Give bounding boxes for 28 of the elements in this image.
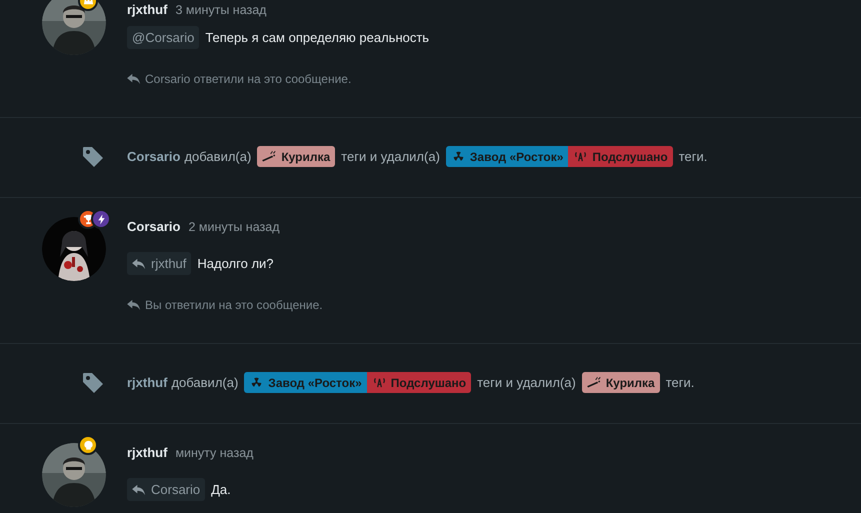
- event-text: добавил(а): [184, 148, 252, 166]
- username[interactable]: Corsario: [127, 217, 180, 236]
- reply-chip[interactable]: Corsario: [127, 478, 206, 501]
- message-text: Да.: [211, 480, 231, 499]
- tag-chip[interactable]: Подслушано: [568, 146, 673, 167]
- tag-chip[interactable]: Курилка: [257, 146, 336, 167]
- username[interactable]: rjxthuf: [127, 372, 168, 392]
- username[interactable]: rjxthuf: [127, 0, 168, 20]
- replies-note[interactable]: Вы ответили на это сообщение.: [145, 296, 323, 314]
- event-text: теги.: [678, 148, 708, 166]
- reply-chip[interactable]: rjxthuf: [127, 252, 192, 275]
- tag-chip[interactable]: Завод «Росток»: [446, 146, 568, 167]
- message-text: Надолго ли?: [197, 254, 274, 273]
- message-text: Теперь я сам определяю реальность: [205, 28, 430, 47]
- timestamp: 2 минуты назад: [188, 219, 280, 236]
- event-text: теги.: [666, 374, 694, 392]
- event-text: теги и удалил(а): [341, 148, 440, 166]
- tag-chip[interactable]: Курилка: [582, 372, 660, 393]
- username[interactable]: rjxthuf: [127, 443, 168, 462]
- event-text: теги и удалил(а): [477, 374, 576, 392]
- tag-chip[interactable]: Подслушано: [366, 372, 472, 393]
- timestamp: минуту назад: [175, 445, 254, 462]
- tag-chip[interactable]: Завод «Росток»: [244, 372, 367, 393]
- timestamp: 3 минуты назад: [175, 2, 266, 19]
- username[interactable]: Corsario: [127, 146, 180, 166]
- mention-chip[interactable]: @Corsario: [127, 26, 200, 49]
- event-text: добавил(а): [171, 374, 238, 392]
- replies-note[interactable]: Corsario ответили на это сообщение.: [145, 70, 352, 88]
